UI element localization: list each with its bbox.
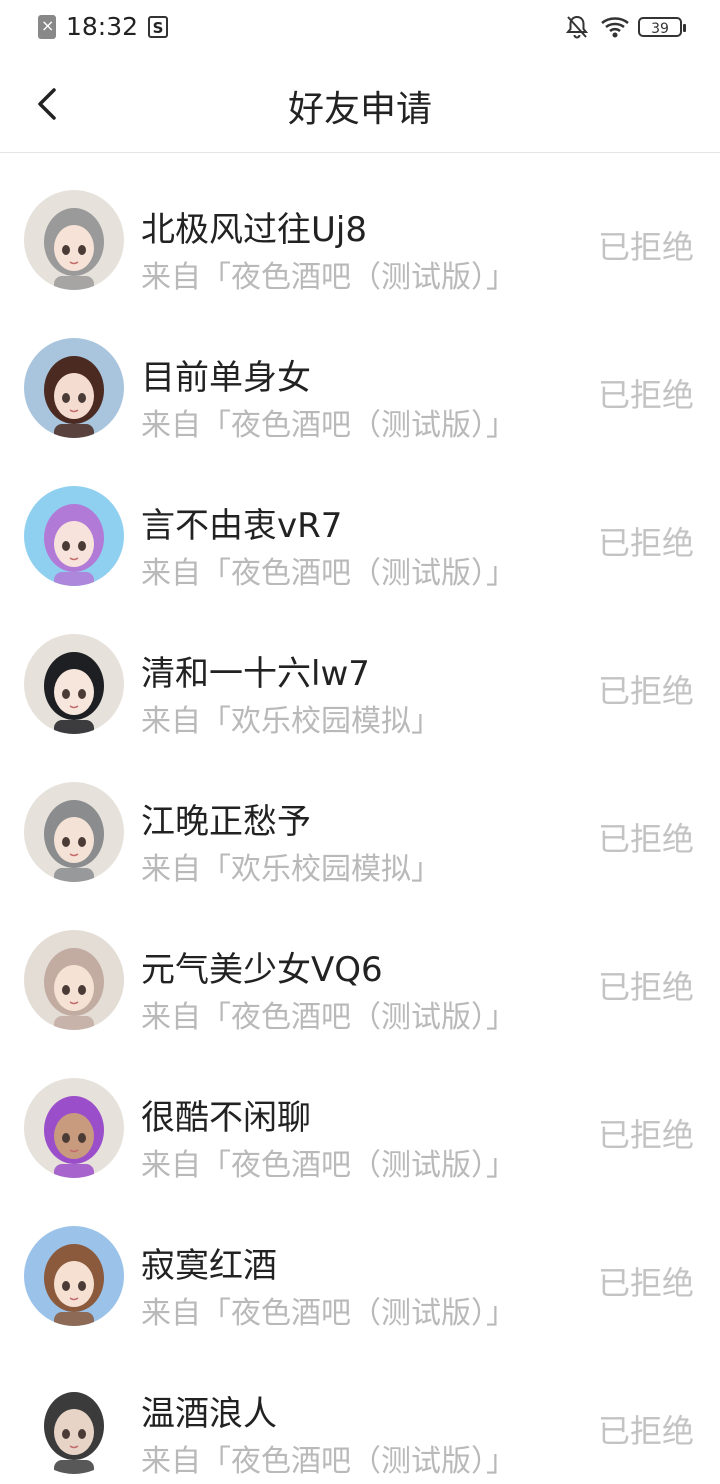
battery-indicator: 39 bbox=[638, 17, 686, 37]
list-item[interactable]: 清和一十六lw7 来自「欢乐校园模拟」 已拒绝 bbox=[0, 596, 720, 744]
avatar-illustration bbox=[44, 652, 104, 734]
avatar[interactable] bbox=[24, 190, 124, 290]
avatar[interactable] bbox=[24, 634, 124, 734]
no-sim-icon bbox=[38, 14, 56, 39]
avatar[interactable] bbox=[24, 338, 124, 438]
status-bar: 18:32 S 39 bbox=[0, 0, 720, 58]
request-source: 来自「夜色酒吧（测试版）」 bbox=[141, 1000, 516, 1035]
avatar[interactable] bbox=[24, 1226, 124, 1326]
avatar[interactable] bbox=[24, 782, 124, 882]
request-name: 清和一十六lw7 bbox=[141, 654, 370, 694]
list-item[interactable]: 言不由衷vR7 来自「夜色酒吧（测试版）」 已拒绝 bbox=[0, 448, 720, 596]
avatar-illustration bbox=[44, 1096, 104, 1178]
request-name: 温酒浪人 bbox=[141, 1394, 277, 1434]
request-name: 北极风过往Uj8 bbox=[141, 210, 367, 250]
avatar[interactable] bbox=[24, 1078, 124, 1178]
avatar-illustration bbox=[44, 948, 104, 1030]
request-source: 来自「夜色酒吧（测试版）」 bbox=[141, 260, 516, 295]
status-rejected: 已拒绝 bbox=[597, 820, 694, 858]
request-source: 来自「欢乐校园模拟」 bbox=[141, 852, 441, 887]
list-item[interactable]: 北极风过往Uj8 来自「夜色酒吧（测试版）」 已拒绝 bbox=[0, 152, 720, 300]
request-name: 言不由衷vR7 bbox=[141, 506, 343, 546]
request-source: 来自「夜色酒吧（测试版）」 bbox=[141, 1148, 516, 1183]
avatar-illustration bbox=[44, 1244, 104, 1326]
bell-off-icon bbox=[565, 15, 589, 39]
request-source: 来自「夜色酒吧（测试版）」 bbox=[141, 1444, 516, 1479]
status-rejected: 已拒绝 bbox=[597, 968, 694, 1006]
list-item[interactable]: 目前单身女 来自「夜色酒吧（测试版）」 已拒绝 bbox=[0, 300, 720, 448]
status-time: 18:32 bbox=[66, 12, 139, 41]
request-source: 来自「夜色酒吧（测试版）」 bbox=[141, 1296, 516, 1331]
request-name: 很酷不闲聊 bbox=[141, 1098, 311, 1138]
status-left: 18:32 S bbox=[38, 12, 169, 41]
request-name: 目前单身女 bbox=[141, 358, 311, 398]
status-right: 39 bbox=[564, 14, 686, 40]
list-item[interactable]: 很酷不闲聊 来自「夜色酒吧（测试版）」 已拒绝 bbox=[0, 1040, 720, 1188]
status-rejected: 已拒绝 bbox=[597, 1264, 694, 1302]
avatar-illustration bbox=[44, 800, 104, 882]
wifi-icon bbox=[601, 17, 629, 38]
status-rejected: 已拒绝 bbox=[597, 1412, 694, 1450]
status-rejected: 已拒绝 bbox=[597, 1116, 694, 1154]
status-rejected: 已拒绝 bbox=[597, 524, 694, 562]
page-title: 好友申请 bbox=[287, 89, 432, 130]
avatar-illustration bbox=[44, 1392, 104, 1474]
list-item[interactable]: 寂寞红酒 来自「夜色酒吧（测试版）」 已拒绝 bbox=[0, 1188, 720, 1336]
list-item[interactable]: 江晚正愁予 来自「欢乐校园模拟」 已拒绝 bbox=[0, 744, 720, 892]
friend-request-list: 北极风过往Uj8 来自「夜色酒吧（测试版）」 已拒绝 目前单身女 来自「夜色酒吧… bbox=[0, 152, 720, 1484]
header: 好友申请 bbox=[0, 58, 720, 153]
status-rejected: 已拒绝 bbox=[597, 376, 694, 414]
list-item[interactable]: 元气美少女VQ6 来自「夜色酒吧（测试版）」 已拒绝 bbox=[0, 892, 720, 1040]
avatar[interactable] bbox=[24, 930, 124, 1030]
avatar-illustration bbox=[44, 504, 104, 586]
avatar-illustration bbox=[44, 356, 104, 438]
request-name: 寂寞红酒 bbox=[141, 1246, 277, 1286]
request-name: 元气美少女VQ6 bbox=[141, 950, 383, 990]
status-rejected: 已拒绝 bbox=[597, 228, 694, 266]
status-rejected: 已拒绝 bbox=[597, 672, 694, 710]
avatar[interactable] bbox=[24, 1374, 124, 1474]
avatar[interactable] bbox=[24, 486, 124, 586]
notification-app-icon: S bbox=[148, 15, 169, 38]
request-source: 来自「夜色酒吧（测试版）」 bbox=[141, 408, 516, 443]
request-name: 江晚正愁予 bbox=[141, 802, 311, 842]
list-item[interactable]: 温酒浪人 来自「夜色酒吧（测试版）」 已拒绝 bbox=[0, 1336, 720, 1484]
request-source: 来自「欢乐校园模拟」 bbox=[141, 704, 441, 739]
avatar-illustration bbox=[44, 208, 104, 290]
request-source: 来自「夜色酒吧（测试版）」 bbox=[141, 556, 516, 591]
